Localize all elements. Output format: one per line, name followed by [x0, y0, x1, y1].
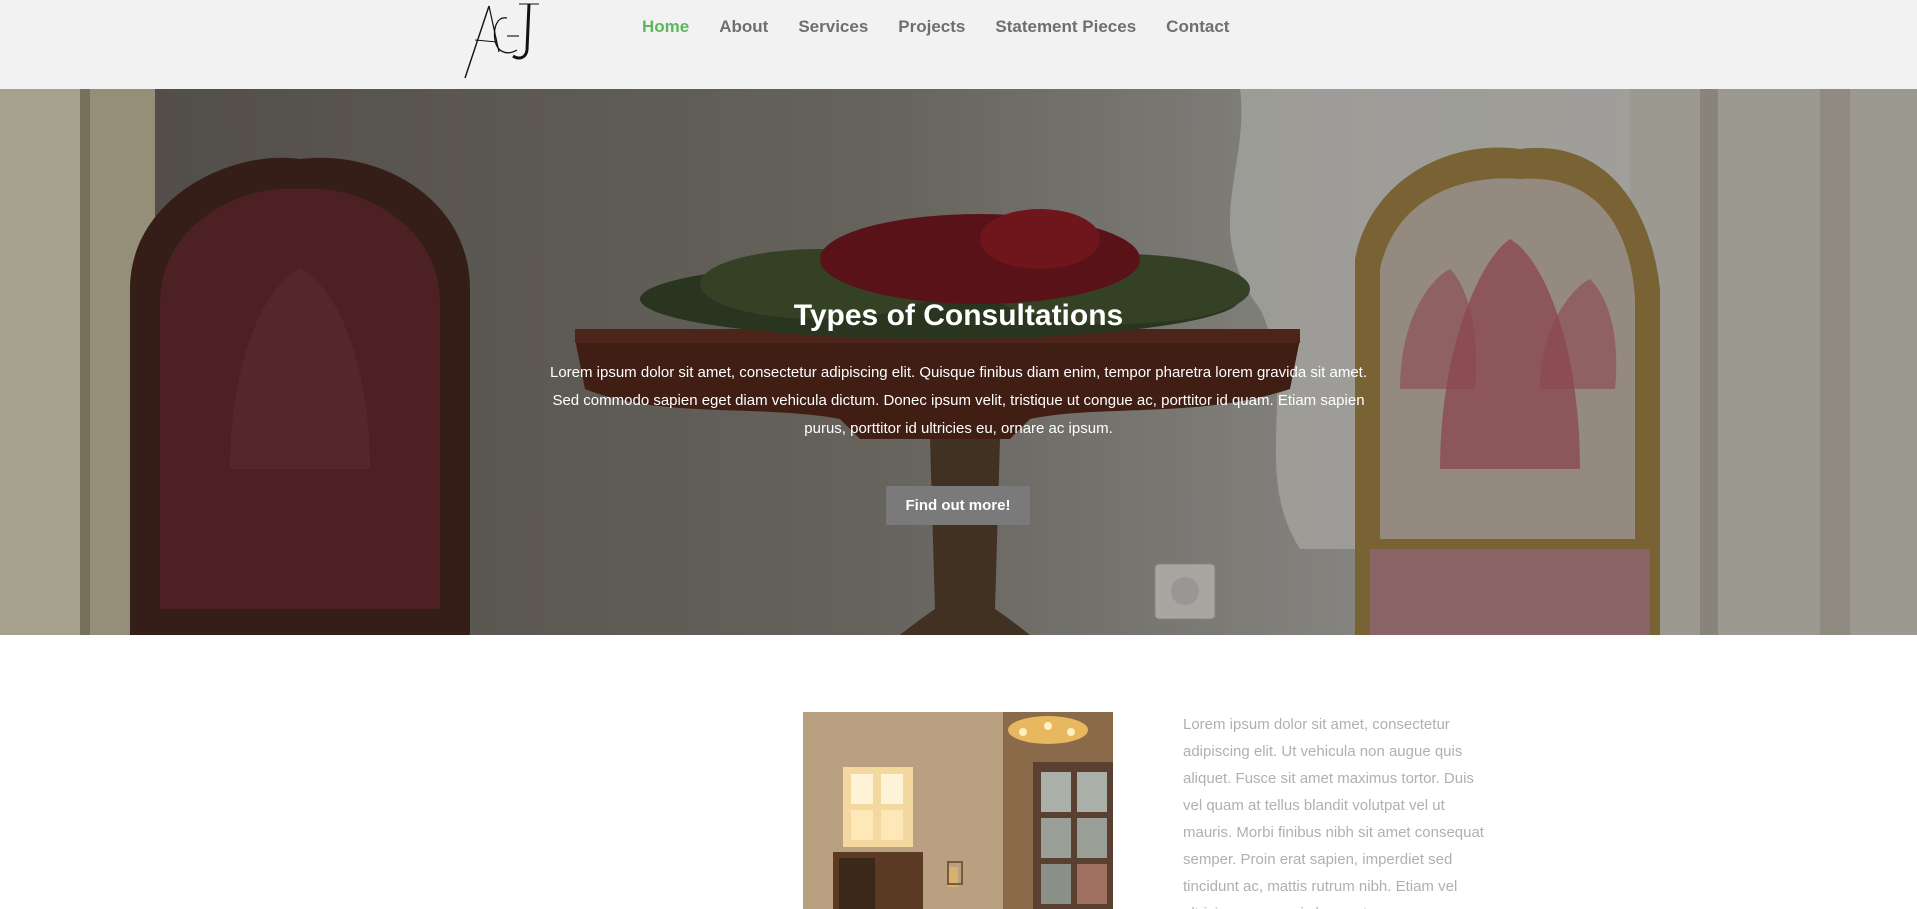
main-nav: Home About Services Projects Statement P…: [642, 17, 1259, 37]
hero-section: Types of Consultations Lorem ipsum dolor…: [0, 89, 1917, 635]
agj-logo[interactable]: [463, 0, 543, 80]
nav-item-statement-pieces[interactable]: Statement Pieces: [995, 17, 1136, 37]
content-description: Lorem ipsum dolor sit amet, consectetur …: [1183, 716, 1484, 909]
hero-title: Types of Consultations: [793, 299, 1124, 332]
nav-item-contact[interactable]: Contact: [1166, 17, 1229, 37]
room-photo: [803, 712, 1113, 909]
nav-item-services[interactable]: Services: [798, 17, 868, 37]
nav-item-home[interactable]: Home: [642, 17, 689, 37]
site-header: Home About Services Projects Statement P…: [0, 0, 1917, 89]
nav-item-projects[interactable]: Projects: [898, 17, 965, 37]
hero-description: Lorem ipsum dolor sit amet, consectetur …: [549, 364, 1368, 437]
find-out-more-button[interactable]: Find out more!: [886, 486, 1030, 525]
nav-item-about[interactable]: About: [719, 17, 768, 37]
